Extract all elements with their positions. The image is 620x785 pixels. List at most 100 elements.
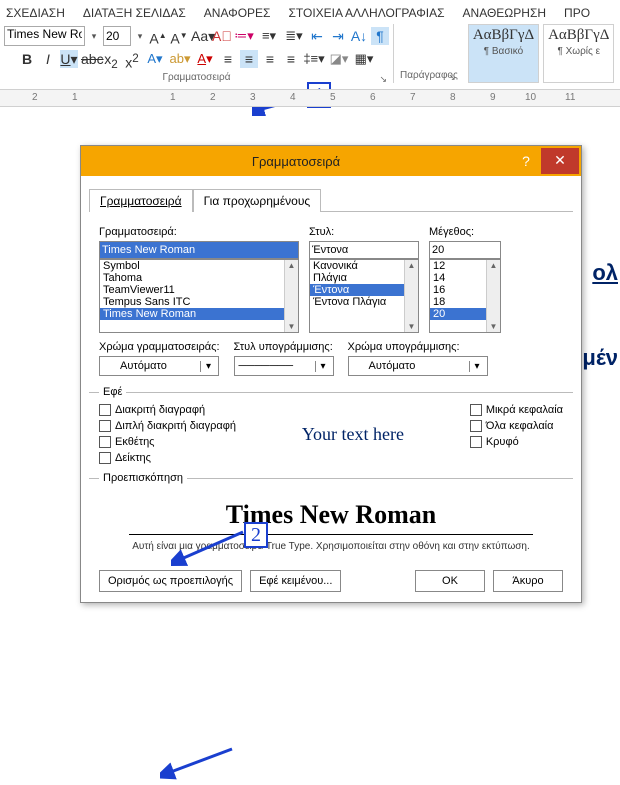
subscript-icon[interactable]: x2	[102, 50, 120, 68]
line-spacing-icon[interactable]: ‡≡▾	[303, 50, 325, 68]
size-list-label: Μέγεθος:	[429, 226, 501, 238]
font-dialog: Γραμματοσειρά ? ✕ Γραμματοσειρά Για προχ…	[80, 145, 582, 603]
effects-legend: Εφέ	[99, 386, 126, 398]
list-item[interactable]: Πλάγια	[310, 272, 418, 284]
list-item[interactable]: Tahoma	[100, 272, 298, 284]
close-icon[interactable]: ✕	[541, 148, 579, 174]
tab-layout[interactable]: ΔΙΑΤΑΞΗ ΣΕΛΙΔΑΣ	[81, 4, 188, 22]
style-entry[interactable]	[309, 241, 419, 259]
font-size-input[interactable]	[106, 29, 128, 43]
font-color-combo[interactable]: Αυτόματο▾	[99, 356, 219, 376]
effect-all-caps[interactable]: Όλα κεφαλαία	[470, 420, 563, 432]
callout-arrow-2	[160, 745, 240, 781]
effect-subscript[interactable]: Δείκτης	[99, 452, 236, 464]
borders-icon[interactable]: ▦▾	[353, 50, 375, 68]
tab-review[interactable]: ΑΝΑΘΕΩΡΗΣΗ	[461, 4, 548, 22]
effect-strikethrough[interactable]: Διακριτή διαγραφή	[99, 404, 236, 416]
dialog-tabs: Γραμματοσειρά Για προχωρημένους	[89, 188, 573, 212]
font-listbox[interactable]: Symbol Tahoma TeamViewer11 Tempus Sans I…	[99, 259, 299, 333]
shading-icon[interactable]: ◪▾	[328, 50, 350, 68]
strike-icon[interactable]: abc	[81, 50, 99, 68]
list-item[interactable]: Tempus Sans ITC	[100, 296, 298, 308]
numbering-icon[interactable]: ≡▾	[258, 27, 280, 45]
effect-double-strike[interactable]: Διπλή διακριτή διαγραφή	[99, 420, 236, 432]
style-listbox[interactable]: Κανονικά Πλάγια Έντονα Έντονα Πλάγια ▲▼	[309, 259, 419, 333]
ribbon: ▾ ▾ A▲ A▼ Aa▾ A⃠ ≔▾ ≡▾ ≣▾ ⇤ ⇥ A↓ ¶ B I U…	[0, 22, 620, 83]
preview-fieldset: Προεπισκόπηση Times New Roman Αυτή είναι…	[89, 472, 573, 556]
size-listbox[interactable]: 12 14 16 18 20 ▲▼	[429, 259, 501, 333]
ribbon-tab-list: ΣΧΕΔΙΑΣΗ ΔΙΑΤΑΞΗ ΣΕΛΙΔΑΣ ΑΝΑΦΟΡΕΣ ΣΤΟΙΧΕ…	[0, 0, 620, 22]
dialog-titlebar: Γραμματοσειρά ? ✕	[81, 146, 581, 176]
list-item[interactable]: Κανονικά	[310, 260, 418, 272]
tab-references[interactable]: ΑΝΑΦΟΡΕΣ	[202, 4, 273, 22]
preview-note: Αυτή είναι μια γραμματοσειρά True Type. …	[99, 541, 563, 552]
horizontal-ruler: 2 1 1 2 3 4 5 6 7 8 9 10 11	[0, 89, 620, 107]
help-icon[interactable]: ?	[511, 153, 541, 169]
change-case-icon[interactable]: Aa▾	[191, 27, 209, 45]
align-right-icon[interactable]: ≡	[261, 50, 279, 68]
underline-style-label: Στυλ υπογράμμισης:	[234, 341, 334, 353]
justify-icon[interactable]: ≡	[282, 50, 300, 68]
tab-more[interactable]: ΠΡΟ	[562, 4, 592, 22]
dialog-button-row: Ορισμός ως προεπιλογής Εφέ κειμένου... O…	[89, 560, 573, 592]
font-name-input[interactable]	[7, 27, 82, 41]
paragraph-mark-icon[interactable]: ¶	[371, 27, 389, 45]
underline-color-combo[interactable]: Αυτόματο▾	[348, 356, 488, 376]
size-entry[interactable]	[429, 241, 501, 259]
highlight-icon[interactable]: ab▾	[169, 50, 191, 68]
effect-superscript[interactable]: Εκθέτης	[99, 436, 236, 448]
paragraph-dialog-launcher-icon[interactable]: ↘	[448, 72, 456, 83]
sort-icon[interactable]: A↓	[350, 27, 368, 45]
underline-icon[interactable]: U▾	[60, 50, 78, 68]
font-size-combo[interactable]	[103, 26, 131, 46]
scrollbar[interactable]: ▲▼	[486, 260, 500, 332]
effect-small-caps[interactable]: Μικρά κεφαλαία	[470, 404, 563, 416]
outdent-icon[interactable]: ⇤	[308, 27, 326, 45]
indent-icon[interactable]: ⇥	[329, 27, 347, 45]
list-item[interactable]: Έντονα Πλάγια	[310, 296, 418, 308]
font-color-label: Χρώμα γραμματοσειράς:	[99, 341, 220, 353]
set-default-button[interactable]: Ορισμός ως προεπιλογής	[99, 570, 242, 592]
list-item[interactable]: Times New Roman	[100, 308, 298, 320]
effect-hidden[interactable]: Κρυφό	[470, 436, 563, 448]
chevron-down-icon[interactable]: ▾	[134, 31, 146, 42]
underline-style-combo[interactable]: ───────▾	[234, 356, 334, 376]
bullets-icon[interactable]: ≔▾	[233, 27, 255, 45]
list-item[interactable]: Έντονα	[310, 284, 418, 296]
ok-button[interactable]: OK	[415, 570, 485, 592]
dialog-title: Γραμματοσειρά	[81, 154, 511, 169]
font-dialog-launcher-icon[interactable]: ↘	[379, 74, 387, 85]
align-center-icon[interactable]: ≡	[240, 50, 258, 68]
grow-font-icon[interactable]: A▲	[149, 27, 167, 45]
text-effects-button[interactable]: Εφέ κειμένου...	[250, 570, 341, 592]
list-item[interactable]: TeamViewer11	[100, 284, 298, 296]
align-left-icon[interactable]: ≡	[219, 50, 237, 68]
multilevel-icon[interactable]: ≣▾	[283, 27, 305, 45]
superscript-icon[interactable]: x2	[123, 50, 141, 68]
chevron-down-icon[interactable]: ▾	[88, 31, 100, 42]
text-effects-icon[interactable]: A▾	[144, 50, 166, 68]
scrollbar[interactable]: ▲▼	[284, 260, 298, 332]
styles-gallery: ΑαΒβΓγΔ ¶ Βασικό ΑαΒβΓγΔ ¶ Χωρίς ε	[468, 24, 615, 83]
dialog-tab-advanced[interactable]: Για προχωρημένους	[193, 189, 322, 212]
style-nospacing[interactable]: ΑαΒβΓγΔ ¶ Χωρίς ε	[543, 24, 614, 83]
effects-fieldset: Εφέ Διακριτή διαγραφή Διπλή διακριτή δια…	[89, 386, 573, 468]
scrollbar[interactable]: ▲▼	[404, 260, 418, 332]
font-list-label: Γραμματοσειρά:	[99, 226, 299, 238]
italic-icon[interactable]: I	[39, 50, 57, 68]
style-list-label: Στυλ:	[309, 226, 419, 238]
font-color-icon[interactable]: A▾	[194, 50, 216, 68]
cancel-button[interactable]: Άκυρο	[493, 570, 563, 592]
dialog-tab-font[interactable]: Γραμματοσειρά	[89, 189, 193, 212]
style-basic[interactable]: ΑαΒβΓγΔ ¶ Βασικό	[468, 24, 539, 83]
shrink-font-icon[interactable]: A▼	[170, 27, 188, 45]
bold-icon[interactable]: B	[18, 50, 36, 68]
underline-color-label: Χρώμα υπογράμμισης:	[348, 341, 488, 353]
font-name-entry[interactable]	[99, 241, 299, 259]
tab-mailings[interactable]: ΣΤΟΙΧΕΙΑ ΑΛΛΗΛΟΓΡΑΦΙΑΣ	[286, 4, 446, 22]
font-group: ▾ ▾ A▲ A▼ Aa▾ A⃠ ≔▾ ≡▾ ≣▾ ⇤ ⇥ A↓ ¶ B I U…	[2, 24, 394, 83]
list-item[interactable]: Symbol	[100, 260, 298, 272]
clear-format-icon[interactable]: A⃠	[212, 27, 230, 45]
tab-design[interactable]: ΣΧΕΔΙΑΣΗ	[4, 4, 67, 22]
font-name-combo[interactable]	[4, 26, 85, 46]
